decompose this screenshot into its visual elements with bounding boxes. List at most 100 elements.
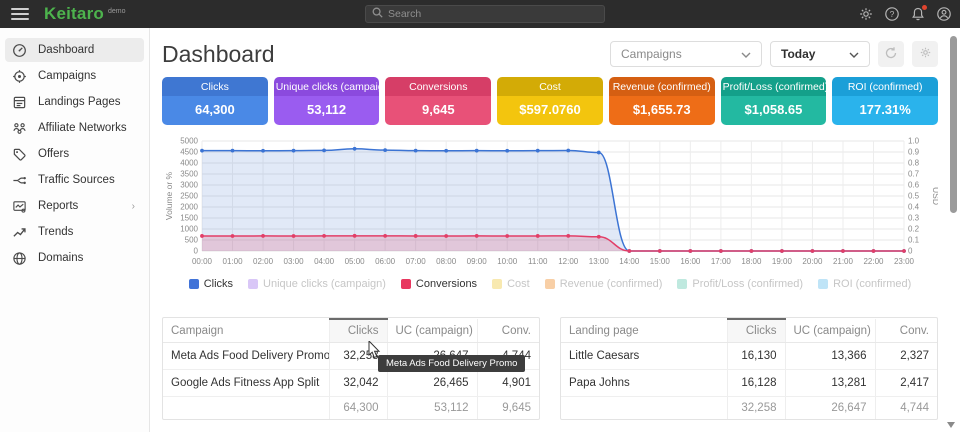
legend-item[interactable]: Unique clicks (campaign) bbox=[248, 278, 386, 290]
sidebar-item-reports[interactable]: Reports › bbox=[5, 194, 144, 218]
scrollbar-thumb[interactable] bbox=[950, 36, 957, 213]
menu-icon[interactable] bbox=[11, 8, 29, 20]
scroll-down-icon[interactable] bbox=[947, 422, 955, 428]
page-title: Dashboard bbox=[162, 41, 275, 68]
legend-item[interactable]: Clicks bbox=[189, 278, 233, 290]
search-icon bbox=[372, 5, 383, 23]
sidebar-item-dashboard[interactable]: Dashboard bbox=[5, 38, 144, 62]
legend-label: Unique clicks (campaign) bbox=[263, 278, 386, 290]
chevron-down-icon bbox=[849, 47, 859, 61]
sidebar-item-label: Domains bbox=[38, 252, 83, 264]
svg-text:05:00: 05:00 bbox=[345, 257, 366, 266]
legend-swatch bbox=[492, 279, 502, 289]
stat-card[interactable]: ROI (confirmed) 177.31% bbox=[832, 77, 938, 125]
svg-text:02:00: 02:00 bbox=[253, 257, 274, 266]
stat-card-label: Unique clicks (campaign) bbox=[274, 77, 380, 96]
legend-swatch bbox=[248, 279, 258, 289]
search-box[interactable] bbox=[365, 5, 605, 23]
legend-swatch bbox=[677, 279, 687, 289]
legend-item[interactable]: Cost bbox=[492, 278, 530, 290]
table-row[interactable]: Papa Johns16,12813,2812,417 bbox=[561, 370, 937, 397]
stat-card[interactable]: Unique clicks (campaign) 53,112 bbox=[274, 77, 380, 125]
svg-text:16:00: 16:00 bbox=[680, 257, 701, 266]
column-header[interactable]: Conv. bbox=[477, 319, 539, 343]
svg-text:15:00: 15:00 bbox=[650, 257, 671, 266]
row-value-cell: 2,327 bbox=[875, 343, 937, 370]
legend-item[interactable]: Revenue (confirmed) bbox=[545, 278, 663, 290]
column-header[interactable]: Campaign bbox=[163, 319, 329, 343]
sidebar-item-label: Reports bbox=[38, 200, 78, 212]
svg-text:0.8: 0.8 bbox=[908, 159, 920, 168]
svg-text:USD: USD bbox=[931, 187, 938, 205]
legend-item[interactable]: Conversions bbox=[401, 278, 477, 290]
stat-card[interactable]: Clicks 64,300 bbox=[162, 77, 268, 125]
sidebar-item-traffic-sources[interactable]: Traffic Sources bbox=[5, 168, 144, 192]
sidebar-item-landings-pages[interactable]: Landings Pages bbox=[5, 90, 144, 114]
row-name-cell[interactable]: Google Ads Fitness App Split bbox=[163, 370, 329, 397]
svg-text:4000: 4000 bbox=[180, 159, 198, 168]
legend-item[interactable]: ROI (confirmed) bbox=[818, 278, 911, 290]
row-name-cell[interactable]: Little Caesars bbox=[561, 343, 727, 370]
stat-card-label: Revenue (confirmed) bbox=[609, 77, 715, 96]
sidebar-item-trends[interactable]: Trends bbox=[5, 220, 144, 244]
svg-text:0.3: 0.3 bbox=[908, 214, 920, 223]
table-row[interactable]: Google Ads Fitness App Split32,04226,465… bbox=[163, 370, 539, 397]
stat-card-value: 177.31% bbox=[832, 96, 938, 125]
settings-icon[interactable] bbox=[858, 6, 874, 22]
column-header[interactable]: Landing page bbox=[561, 319, 727, 343]
stat-card-value: 53,112 bbox=[274, 96, 380, 125]
column-header[interactable]: UC (campaign) bbox=[785, 319, 875, 343]
stat-card[interactable]: Revenue (confirmed) $1,655.73 bbox=[609, 77, 715, 125]
sidebar-item-label: Offers bbox=[38, 148, 69, 160]
totals-row: 64,30053,1129,645 bbox=[163, 397, 539, 420]
row-name-cell[interactable]: Meta Ads Food Delivery Promo bbox=[163, 343, 329, 370]
gear-icon bbox=[919, 46, 932, 62]
row-value-cell: 32,042 bbox=[329, 370, 387, 397]
column-header[interactable]: Clicks bbox=[727, 319, 785, 343]
stat-card[interactable]: Cost $597.0760 bbox=[497, 77, 603, 125]
stat-card[interactable]: Conversions 9,645 bbox=[385, 77, 491, 125]
svg-text:0.7: 0.7 bbox=[908, 170, 920, 179]
svg-text:20:00: 20:00 bbox=[802, 257, 823, 266]
topbar-icons: ? bbox=[858, 0, 952, 28]
sidebar-item-domains[interactable]: Domains bbox=[5, 246, 144, 270]
column-header[interactable]: Conv. bbox=[875, 319, 937, 343]
svg-text:18:00: 18:00 bbox=[741, 257, 762, 266]
affiliate-networks-icon bbox=[12, 121, 27, 136]
campaigns-filter-select[interactable]: Campaigns bbox=[610, 41, 762, 67]
legend-label: Conversions bbox=[416, 278, 477, 290]
sidebar-item-campaigns[interactable]: Campaigns bbox=[5, 64, 144, 88]
help-icon[interactable]: ? bbox=[884, 6, 900, 22]
total-cell bbox=[561, 397, 727, 420]
total-cell: 64,300 bbox=[329, 397, 387, 420]
column-header[interactable]: UC (campaign) bbox=[387, 319, 477, 343]
app-logo[interactable]: Keitaro bbox=[44, 4, 104, 24]
search-input[interactable] bbox=[388, 8, 598, 20]
svg-text:13:00: 13:00 bbox=[589, 257, 610, 266]
svg-text:07:00: 07:00 bbox=[406, 257, 427, 266]
legend-swatch bbox=[818, 279, 828, 289]
reports-icon bbox=[12, 199, 27, 214]
svg-text:500: 500 bbox=[185, 236, 199, 245]
sidebar-item-affiliate-networks[interactable]: Affiliate Networks bbox=[5, 116, 144, 140]
row-name-cell[interactable]: Papa Johns bbox=[561, 370, 727, 397]
svg-text:3500: 3500 bbox=[180, 170, 198, 179]
refresh-button[interactable] bbox=[878, 41, 904, 67]
offers-icon bbox=[12, 147, 27, 162]
dashboard-icon bbox=[12, 43, 27, 58]
mouse-cursor bbox=[368, 341, 382, 359]
svg-text:22:00: 22:00 bbox=[863, 257, 884, 266]
date-range-select[interactable]: Today bbox=[770, 41, 870, 67]
stat-card-value: $1,058.65 bbox=[721, 96, 827, 125]
legend-item[interactable]: Profit/Loss (confirmed) bbox=[677, 278, 803, 290]
legend-label: Clicks bbox=[204, 278, 233, 290]
svg-text:0.9: 0.9 bbox=[908, 148, 920, 157]
account-icon[interactable] bbox=[936, 6, 952, 22]
dashboard-settings-button[interactable] bbox=[912, 41, 938, 67]
stat-card[interactable]: Profit/Loss (confirmed) $1,058.65 bbox=[721, 77, 827, 125]
sidebar-item-offers[interactable]: Offers bbox=[5, 142, 144, 166]
row-value-cell: 2,417 bbox=[875, 370, 937, 397]
table-row[interactable]: Little Caesars16,13013,3662,327 bbox=[561, 343, 937, 370]
column-header[interactable]: Clicks bbox=[329, 319, 387, 343]
notifications-icon[interactable] bbox=[910, 6, 926, 22]
